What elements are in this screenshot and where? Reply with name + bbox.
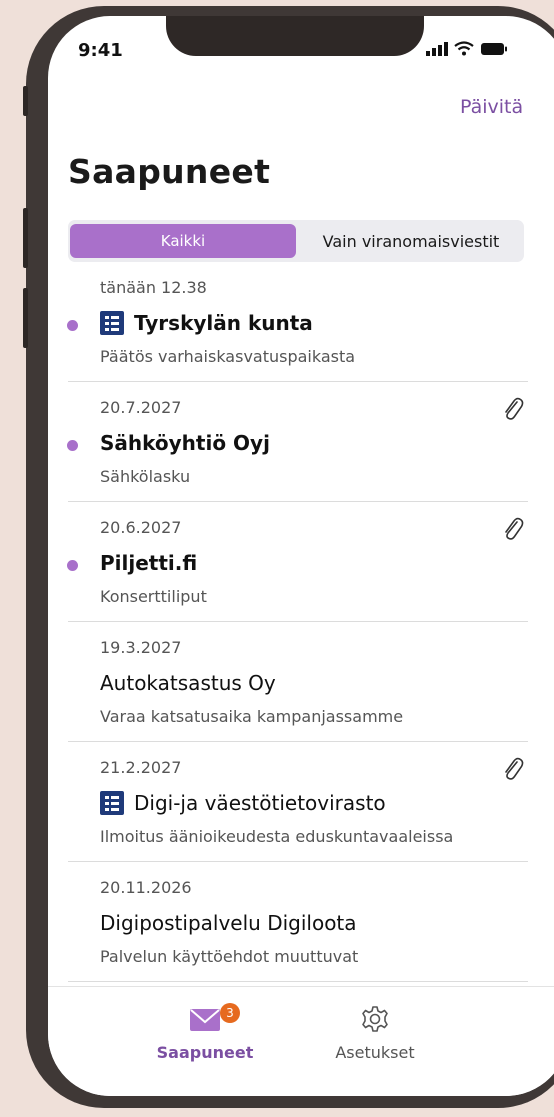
message-date: 20.6.2027 bbox=[100, 518, 182, 537]
authority-building-icon bbox=[100, 311, 124, 335]
message-sender-name: Tyrskylän kunta bbox=[134, 311, 313, 335]
filter-all-button[interactable]: Kaikki bbox=[70, 224, 296, 258]
unread-dot bbox=[67, 440, 78, 451]
refresh-button[interactable]: Päivitä bbox=[460, 96, 523, 118]
message-sender-name: Piljetti.fi bbox=[100, 551, 198, 575]
message-subject: Ilmoitus äänioikeudesta eduskuntavaaleis… bbox=[100, 827, 454, 846]
message-subject: Sähkölasku bbox=[100, 467, 191, 486]
unread-dot bbox=[67, 320, 78, 331]
message-sender: Digipostipalvelu Digiloota bbox=[100, 911, 357, 935]
unread-count-badge: 3 bbox=[220, 1003, 240, 1023]
message-date: 21.2.2027 bbox=[100, 758, 182, 777]
filter-authority-button[interactable]: Vain viranomaisviestit bbox=[300, 224, 522, 258]
message-sender-name: Autokatsastus Oy bbox=[100, 671, 276, 695]
phone-side-button bbox=[23, 208, 28, 268]
message-subject: Varaa katsatusaika kampanjassamme bbox=[100, 707, 404, 726]
message-date: tänään 12.38 bbox=[100, 278, 207, 297]
paperclip-icon bbox=[505, 517, 524, 540]
tab-inbox[interactable]: 3 Saapuneet bbox=[150, 1003, 260, 1062]
message-list: tänään 12.38 Tyrskylän kunta Päätös varha… bbox=[48, 262, 554, 982]
authority-building-icon bbox=[100, 791, 124, 815]
wifi-icon bbox=[454, 41, 474, 56]
unread-dot bbox=[67, 560, 78, 571]
status-time: 9:41 bbox=[78, 40, 123, 61]
tab-inbox-label: Saapuneet bbox=[156, 1043, 254, 1062]
message-date: 19.3.2027 bbox=[100, 638, 182, 657]
message-row[interactable]: 20.11.2026 Digipostipalvelu Digiloota Palv… bbox=[48, 862, 554, 982]
paperclip-icon bbox=[505, 397, 524, 420]
tab-settings-label: Asetukset bbox=[335, 1043, 415, 1062]
message-sender: Piljetti.fi bbox=[100, 551, 197, 575]
phone-side-button bbox=[23, 86, 28, 116]
message-date: 20.11.2026 bbox=[100, 878, 192, 897]
message-subject: Päätös varhaiskasvatuspaikasta bbox=[100, 347, 356, 366]
message-sender: Autokatsastus Oy bbox=[100, 671, 276, 695]
message-sender-name: Sähköyhtiö Oyj bbox=[100, 431, 270, 455]
row-divider bbox=[68, 981, 528, 982]
message-row[interactable]: 20.6.2027 Piljetti.fi Konserttiliput bbox=[48, 502, 554, 622]
signal-icon bbox=[426, 41, 448, 56]
message-sender: Tyrskylän kunta bbox=[100, 311, 313, 335]
message-date: 20.7.2027 bbox=[100, 398, 182, 417]
envelope-icon bbox=[190, 1009, 220, 1031]
app-screen: 9:41 Päivitä Saapuneet Kaikki Vain viran… bbox=[48, 16, 554, 1096]
page-title: Saapuneet bbox=[68, 152, 271, 191]
notch bbox=[166, 16, 424, 56]
status-icons bbox=[426, 41, 508, 56]
message-sender-name: Digipostipalvelu Digiloota bbox=[100, 911, 357, 935]
battery-icon bbox=[481, 42, 507, 55]
message-row[interactable]: tänään 12.38 Tyrskylän kunta Päätös varha… bbox=[48, 262, 554, 382]
phone-side-button bbox=[23, 288, 28, 348]
message-row[interactable]: 20.7.2027 Sähköyhtiö Oyj Sähkölasku bbox=[48, 382, 554, 502]
message-subject: Konserttiliput bbox=[100, 587, 207, 606]
message-subject: Palvelun käyttöehdot muuttuvat bbox=[100, 947, 359, 966]
message-sender-name: Digi-ja väestötietovirasto bbox=[134, 791, 386, 815]
message-row[interactable]: 19.3.2027 Autokatsastus Oy Varaa katsatusa… bbox=[48, 622, 554, 742]
tab-bar: 3 Saapuneet Asetukset bbox=[48, 986, 554, 1096]
paperclip-icon bbox=[505, 757, 524, 780]
message-row[interactable]: 21.2.2027 Digi-ja väestötietovirasto Ilmo… bbox=[48, 742, 554, 862]
message-sender: Digi-ja väestötietovirasto bbox=[100, 791, 386, 815]
filter-segmented-control: Kaikki Vain viranomaisviestit bbox=[68, 220, 524, 262]
gear-icon bbox=[362, 1006, 388, 1032]
message-sender: Sähköyhtiö Oyj bbox=[100, 431, 270, 455]
tab-settings[interactable]: Asetukset bbox=[320, 1005, 430, 1062]
